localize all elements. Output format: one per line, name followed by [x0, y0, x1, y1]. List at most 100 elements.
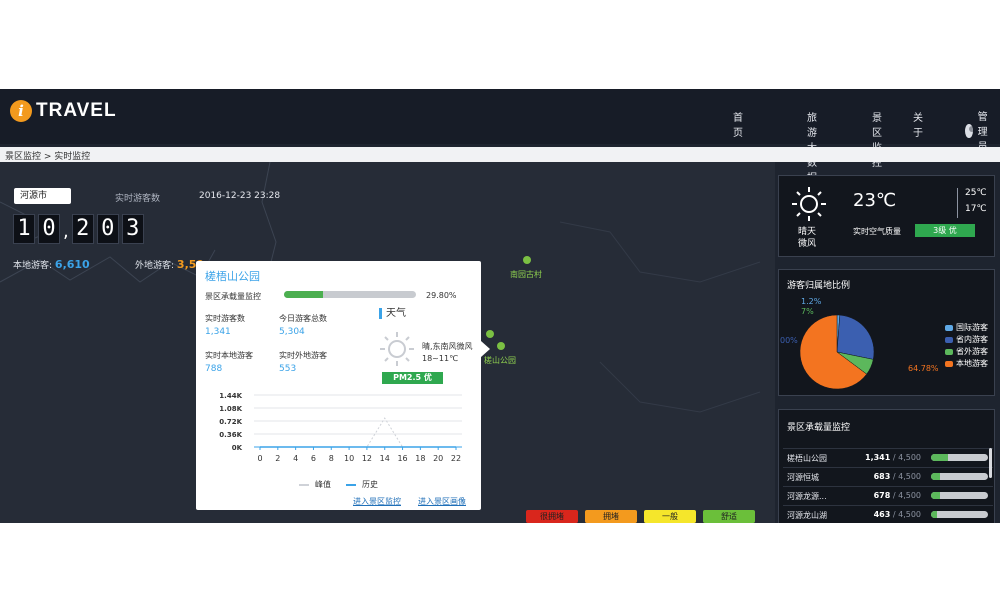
y-tick-label: 1.08K: [219, 405, 242, 413]
popup-title: 槎梧山公园: [205, 270, 260, 283]
counter-digit: 3: [121, 214, 144, 244]
air-quality-label: 实时空气质量: [853, 227, 901, 236]
spot-capacity-bar: [931, 492, 988, 499]
x-tick-label: 12: [362, 454, 372, 463]
local-visitors-value: 6,610: [54, 258, 90, 271]
monitor-row[interactable]: 河源恒城 683 / 4,500: [783, 467, 993, 486]
series-line-0: [260, 417, 456, 448]
x-tick-label: 2: [275, 454, 280, 463]
low-temperature: 17℃: [965, 204, 987, 214]
visitor-counter: 1 0 , 2 0 3: [13, 214, 147, 244]
sun-icon: [792, 187, 826, 221]
visitor-trend-chart: 1.44K 1.08K 0.72K 0.36K 0K 0 2 4 6 8 10 12 14 16 18 20 2…: [219, 392, 462, 463]
pie-label-in-province: 00%: [780, 336, 798, 345]
spot-count-value: 1,341: [865, 453, 891, 462]
status-comfortable-button[interactable]: 舒适: [703, 510, 755, 523]
map-marker[interactable]: [497, 342, 505, 350]
spot-name: 河源恒城: [787, 473, 819, 482]
x-tick-label: 20: [433, 454, 443, 463]
top-navigation-bar: i TRAVEL 首页 旅游大数据 景区监控 关于 管理员: [0, 89, 1000, 184]
enter-monitor-link[interactable]: 进入景区监控: [353, 496, 401, 507]
legend-in-province: 省内游客: [945, 334, 988, 345]
weather-panel: 晴天 微风 23℃ 25℃ 17℃ 实时空气质量 3级 优: [778, 175, 995, 257]
scenic-spot-popup: 槎梧山公园 景区承载量监控 29.80% 实时游客数 1,341 今日游客总数 …: [196, 261, 481, 510]
spot-count: 1,341 / 4,500: [843, 453, 921, 462]
spot-capacity: / 4,500: [892, 491, 921, 500]
logo[interactable]: i TRAVEL: [10, 100, 117, 122]
spot-capacity-bar: [931, 473, 988, 480]
status-normal-button[interactable]: 一般: [644, 510, 696, 523]
air-quality-badge: 3级 优: [915, 224, 975, 237]
monitor-row[interactable]: 槎梧山公园 1,341 / 4,500: [783, 448, 993, 467]
foreign-visitors-label: 外地游客:: [135, 261, 175, 271]
y-tick-label: 0.36K: [219, 431, 242, 439]
legend-peak-label: 峰值: [315, 480, 331, 489]
foreign-visitors-stat: 外地游客: 3,59: [135, 258, 204, 271]
capacity-progress-fill: [284, 291, 324, 298]
wind-condition: 微风: [798, 239, 817, 249]
nav-about[interactable]: 关于: [913, 109, 923, 139]
legend-label: 国际游客: [956, 323, 988, 332]
foreign-realtime-label: 实时外地游客: [279, 351, 327, 360]
legend-history-label: 历史: [362, 480, 378, 489]
visitor-origin-panel: 游客归属地比例 1.2% 7% 00% 64.78% 国际游客 省内游客 省外游…: [778, 269, 995, 396]
spot-capacity-fill: [931, 473, 940, 480]
map-marker[interactable]: [486, 330, 494, 338]
capacity-monitor-panel: 景区承载量监控 槎梧山公园 1,341 / 4,500 河源恒城 683 / 4…: [778, 409, 995, 523]
spot-capacity: / 4,500: [892, 472, 921, 481]
counter-digit: 1: [13, 214, 35, 244]
capacity-percent: 29.80%: [426, 291, 457, 300]
legend-international: 国际游客: [945, 322, 988, 333]
local-realtime-label: 实时本地游客: [205, 351, 253, 360]
temp-divider: [957, 188, 958, 218]
high-temperature: 25℃: [965, 188, 987, 198]
y-tick-label: 0.72K: [219, 418, 242, 426]
nav-home[interactable]: 首页: [733, 109, 743, 139]
legend-label: 本地游客: [956, 359, 988, 368]
today-total-value: 5,304: [279, 327, 305, 337]
realtime-label: 实时游客数: [205, 314, 245, 323]
sun-icon: [380, 332, 414, 366]
capacity-label: 景区承载量监控: [205, 292, 261, 301]
spot-name: 河源龙源...: [787, 492, 827, 501]
x-tick-label: 10: [344, 454, 354, 463]
legend-swatch: [945, 360, 953, 367]
status-crowded-button[interactable]: 拥堵: [585, 510, 637, 523]
realtime-visitors-label: 实时游客数: [115, 194, 161, 204]
pie-label-local: 64.78%: [908, 364, 939, 373]
avatar: [965, 123, 973, 138]
y-tick-label: 1.44K: [219, 392, 242, 400]
status-very-crowded-button[interactable]: 很拥堵: [526, 510, 578, 523]
pie-slice[interactable]: [836, 314, 875, 360]
legend-history-swatch: [346, 483, 356, 486]
legend-peak: 峰值: [299, 479, 331, 490]
scrollbar[interactable]: [989, 448, 992, 478]
spot-count-value: 463: [873, 510, 891, 519]
popup-arrow: [481, 341, 490, 357]
x-tick-label: 0: [257, 454, 262, 463]
today-total-label: 今日游客总数: [279, 314, 327, 323]
logo-badge: i: [10, 100, 32, 122]
x-tick-label: 14: [380, 454, 390, 463]
map-marker-label: 南园古村: [510, 270, 542, 279]
spot-count: 683 / 4,500: [843, 472, 921, 481]
map-marker[interactable]: [523, 256, 531, 264]
counter-digit: 0: [38, 214, 60, 244]
x-tick-label: 16: [397, 454, 407, 463]
monitor-row[interactable]: 河源龙源... 678 / 4,500: [783, 486, 993, 505]
x-tick-label: 6: [311, 454, 316, 463]
local-visitors-stat: 本地游客: 6,610: [13, 258, 90, 271]
spot-count-value: 678: [873, 491, 891, 500]
panel-title: 景区承载量监控: [787, 423, 851, 433]
datetime: 2016-12-23 23:28: [199, 191, 281, 201]
foreign-realtime-value: 553: [279, 364, 297, 374]
monitor-row[interactable]: 河源龙山湖 463 / 4,500: [783, 505, 993, 523]
breadcrumb-bar: 景区监控 > 实时监控: [0, 147, 1000, 162]
pie-label-other-province: 7%: [801, 307, 814, 316]
spot-capacity-bar: [931, 511, 988, 518]
city-select[interactable]: 河源市: [14, 188, 71, 204]
logo-text: TRAVEL: [36, 100, 117, 121]
spot-count: 463 / 4,500: [843, 510, 921, 519]
pie-label-international: 1.2%: [801, 297, 822, 306]
enter-portrait-link[interactable]: 进入景区画像: [418, 496, 466, 507]
